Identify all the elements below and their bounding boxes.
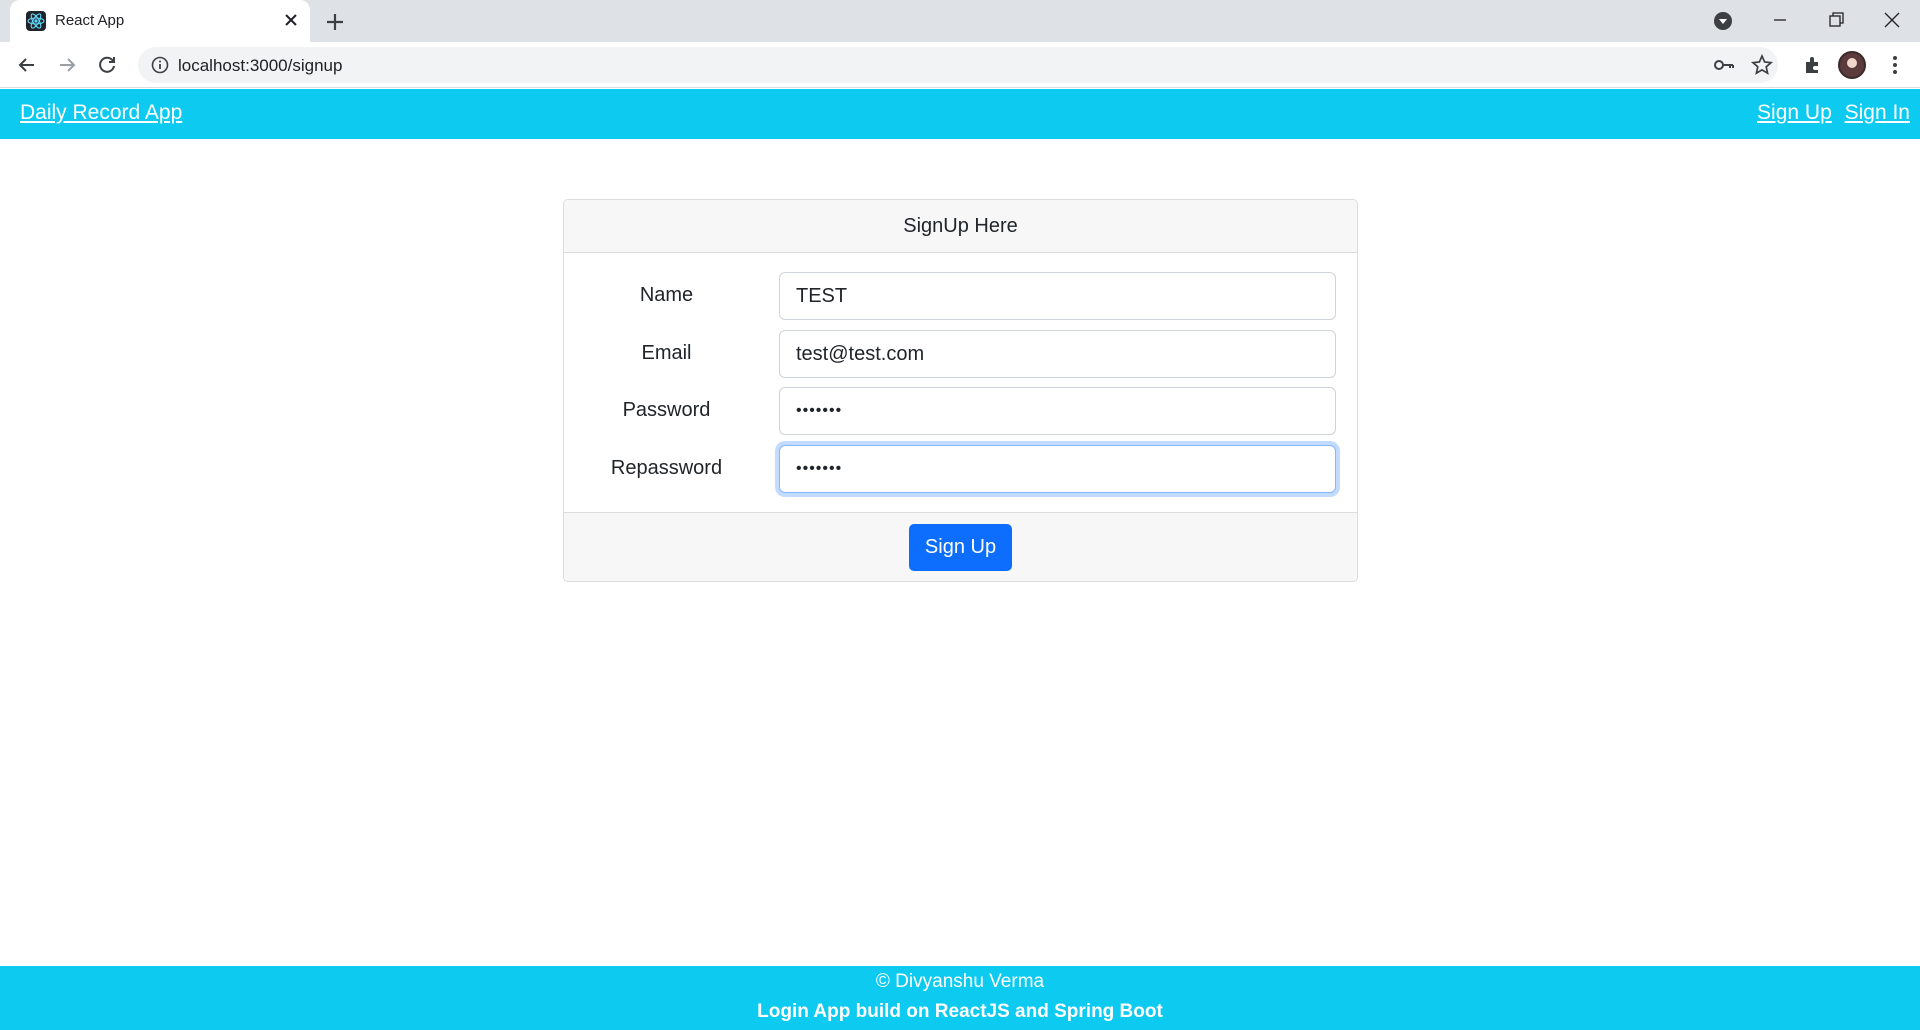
- nav-signup-link[interactable]: Sign Up: [1757, 101, 1832, 124]
- close-icon[interactable]: [280, 9, 302, 31]
- forward-arrow-icon[interactable]: [54, 52, 80, 78]
- info-icon[interactable]: [150, 55, 170, 75]
- app-footer: © Divyanshu Verma Login App build on Rea…: [0, 966, 1920, 1030]
- nav-links: Sign Up Sign In: [1750, 101, 1910, 125]
- email-label: Email: [641, 342, 692, 364]
- signup-card: SignUp Here Name TEST Email test@test.co…: [563, 199, 1358, 582]
- card-header: SignUp Here: [564, 200, 1357, 253]
- star-icon[interactable]: [1750, 53, 1774, 77]
- repassword-label: Repassword: [610, 457, 723, 479]
- browser-tab-bar: React App: [0, 0, 1920, 42]
- browser-tab[interactable]: React App: [10, 0, 310, 42]
- name-input[interactable]: TEST: [779, 272, 1336, 320]
- tab-title: React App: [55, 12, 125, 29]
- kebab-menu-icon[interactable]: [1882, 52, 1908, 78]
- window-close-icon[interactable]: [1864, 0, 1920, 42]
- address-bar[interactable]: localhost:3000/signup: [138, 47, 1778, 83]
- form-row-name: Name TEST: [564, 272, 1357, 320]
- back-arrow-icon[interactable]: [14, 52, 40, 78]
- signup-submit-button[interactable]: Sign Up: [909, 524, 1012, 571]
- form-row-repassword: Repassword •••••••: [564, 445, 1357, 493]
- restore-icon[interactable]: [1808, 0, 1864, 42]
- form-row-password: Password •••••••: [564, 387, 1357, 435]
- footer-copyright: © Divyanshu Verma: [875, 971, 1045, 992]
- app-navbar: Daily Record App Sign Up Sign In: [0, 89, 1920, 139]
- url-text: localhost:3000/signup: [178, 56, 343, 75]
- react-favicon-icon: [26, 11, 46, 31]
- repassword-input[interactable]: •••••••: [779, 445, 1336, 493]
- nav-signin-link[interactable]: Sign In: [1845, 101, 1910, 124]
- browser-toolbar: localhost:3000/signup: [0, 42, 1920, 88]
- plus-icon[interactable]: [322, 9, 348, 35]
- reload-icon[interactable]: [94, 52, 120, 78]
- footer-tagline: Login App build on ReactJS and Spring Bo…: [757, 1001, 1163, 1022]
- form-row-email: Email test@test.com: [564, 330, 1357, 378]
- card-footer: Sign Up: [564, 512, 1357, 581]
- password-label: Password: [622, 399, 711, 421]
- brand-link[interactable]: Daily Record App: [20, 101, 182, 125]
- media-control-icon[interactable]: [1694, 0, 1750, 42]
- extensions-icon[interactable]: [1800, 52, 1826, 78]
- minimize-icon[interactable]: [1752, 0, 1808, 42]
- password-input[interactable]: •••••••: [779, 387, 1336, 435]
- name-label: Name: [639, 284, 694, 306]
- key-icon[interactable]: [1712, 53, 1736, 77]
- profile-avatar[interactable]: [1838, 51, 1866, 79]
- email-input[interactable]: test@test.com: [779, 330, 1336, 378]
